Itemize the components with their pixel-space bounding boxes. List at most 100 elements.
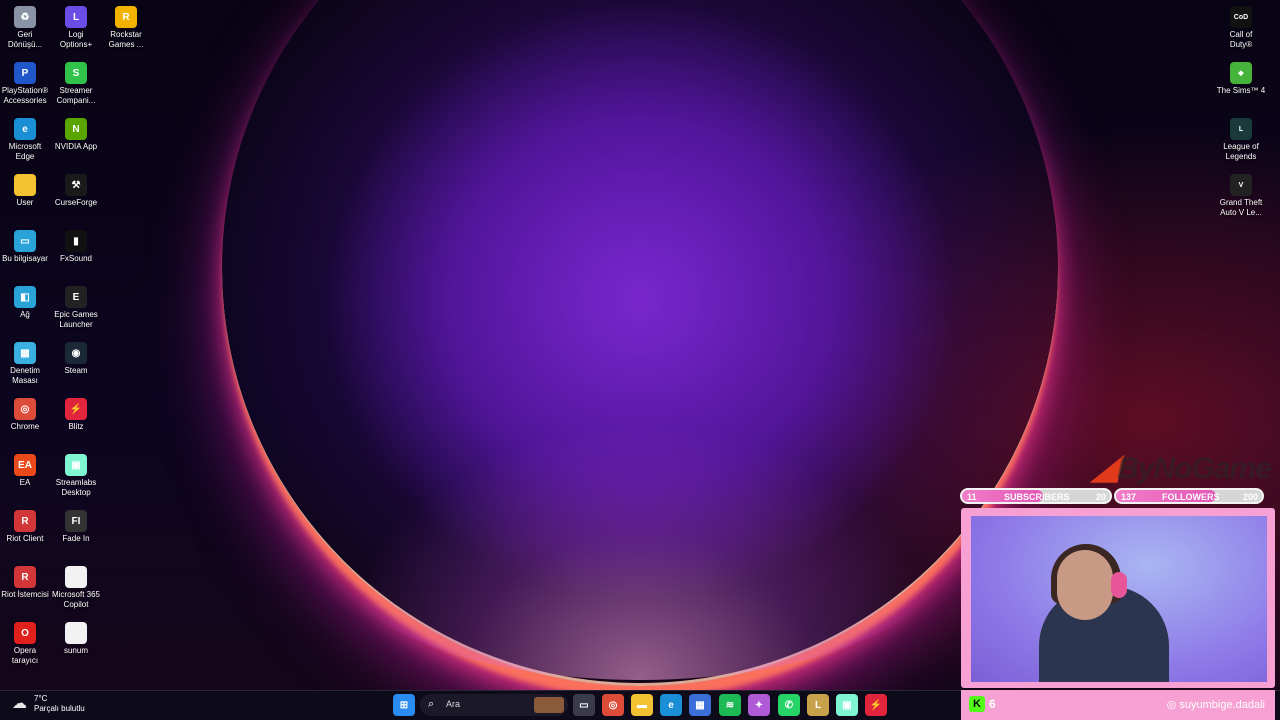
bynogame-logo: ◢ByNoGame bbox=[1092, 447, 1272, 487]
desktop-icon[interactable]: ⚒ CurseForge bbox=[51, 168, 101, 208]
opera-icon: O bbox=[14, 622, 36, 644]
desktop-icon[interactable]: N NVIDIA App bbox=[51, 112, 101, 152]
desktop-icon[interactable]: EA EA bbox=[0, 448, 50, 488]
desktop-icon-label: Riot Client bbox=[6, 534, 44, 543]
computer-icon: ▭ bbox=[14, 230, 36, 252]
desktop-icon[interactable]: P PlayStation® Accessories bbox=[0, 56, 50, 106]
copilot-icon[interactable]: ✦ bbox=[748, 694, 770, 716]
desktop-icon[interactable]: L League of Legends bbox=[1216, 112, 1266, 162]
desktop-icon[interactable]: L Logi Options+ bbox=[51, 0, 101, 50]
edge-icon[interactable]: e bbox=[660, 694, 682, 716]
kick-viewer-count: 6 bbox=[989, 697, 996, 711]
riot-istemcisi-icon: R bbox=[14, 566, 36, 588]
webcam-person-face bbox=[1057, 550, 1113, 620]
followers-label: FOLLOWERS bbox=[1162, 492, 1220, 502]
task-view-icon[interactable]: ▭ bbox=[573, 694, 595, 716]
subscribers-progress-bar: 11 SUBSCRIBERS 20 bbox=[960, 488, 1112, 504]
microsoft-store-icon[interactable]: ▦ bbox=[689, 694, 711, 716]
folder-icon bbox=[14, 174, 36, 196]
whatsapp-icon[interactable]: ✆ bbox=[778, 694, 800, 716]
chrome-icon[interactable]: ◎ bbox=[602, 694, 624, 716]
instagram-icon: ◎ bbox=[1166, 699, 1180, 711]
desktop-icon[interactable]: sunum bbox=[51, 616, 101, 656]
epic-games-icon: E bbox=[65, 286, 87, 308]
fxsound-icon: ▮ bbox=[65, 230, 87, 252]
wallpaper-glow bbox=[330, 420, 950, 680]
desktop-icon[interactable]: Microsoft 365 Copilot bbox=[51, 560, 101, 610]
desktop-icon-label: Opera tarayıcı bbox=[11, 646, 39, 665]
desktop-icon-label: Logi Options+ bbox=[59, 30, 93, 49]
desktop-icon-label: Bu bilgisayar bbox=[2, 254, 48, 263]
desktop-icon[interactable]: R Riot Client bbox=[0, 504, 50, 544]
desktop-icon[interactable]: E Epic Games Launcher bbox=[51, 280, 101, 330]
headset-icon bbox=[1111, 572, 1127, 598]
desktop-icon[interactable]: CoD Call of Duty® bbox=[1216, 0, 1266, 50]
desktop-icon-label: Microsoft 365 Copilot bbox=[51, 590, 101, 609]
spotify-icon[interactable]: ≋ bbox=[719, 694, 741, 716]
desktop-icon-label: Blitz bbox=[68, 422, 84, 431]
chrome-icon: ◎ bbox=[14, 398, 36, 420]
file-explorer-icon[interactable]: ▬ bbox=[631, 694, 653, 716]
desktop-icon[interactable]: V Grand Theft Auto V Le... bbox=[1216, 168, 1266, 218]
desktop-icon[interactable]: S Streamer Compani... bbox=[51, 56, 101, 106]
desktop-icon[interactable]: ♻ Geri Dönüşü... bbox=[0, 0, 50, 50]
desktop-icon-label: Denetim Masası bbox=[10, 366, 40, 385]
start-icon[interactable]: ⊞ bbox=[393, 694, 415, 716]
nvidia-icon: N bbox=[65, 118, 87, 140]
desktop-icon[interactable]: User bbox=[0, 168, 50, 208]
recycle-bin-icon: ♻ bbox=[14, 6, 36, 28]
edge-icon: e bbox=[14, 118, 36, 140]
desktop-icon-label: CurseForge bbox=[54, 198, 98, 207]
kick-logo-icon: K bbox=[969, 696, 985, 712]
desktop-icon-label: Ağ bbox=[20, 310, 30, 319]
document-icon bbox=[65, 622, 87, 644]
desktop-icon-label: NVIDIA App bbox=[54, 142, 98, 151]
gta-icon: V bbox=[1230, 174, 1252, 196]
desktop-icon[interactable]: ◎ Chrome bbox=[0, 392, 50, 432]
webcam-frame bbox=[961, 508, 1275, 688]
desktop-icon-label: FxSound bbox=[59, 254, 93, 263]
desktop-icon[interactable]: ◆ The Sims™ 4 bbox=[1216, 56, 1266, 96]
ea-icon: EA bbox=[14, 454, 36, 476]
bynogame-mark-icon: ◢ bbox=[1092, 448, 1118, 486]
league-of-legends-icon: L bbox=[1230, 118, 1252, 140]
desktop-icon[interactable]: O Opera tarayıcı bbox=[0, 616, 50, 666]
desktop-icon-label: User bbox=[16, 198, 34, 207]
control-panel-icon: ▦ bbox=[14, 342, 36, 364]
desktop-icon[interactable]: ◉ Steam bbox=[51, 336, 101, 376]
desktop-icon-label: Streamer Compani... bbox=[56, 86, 96, 105]
league-client-icon[interactable]: L bbox=[807, 694, 829, 716]
followers-progress-bar: 137 FOLLOWERS 200 bbox=[1114, 488, 1264, 504]
steam-icon: ◉ bbox=[65, 342, 87, 364]
subscribers-current: 11 bbox=[967, 492, 977, 502]
subscribers-goal: 20 bbox=[1095, 492, 1106, 502]
desktop-icon[interactable]: ◧ Ağ bbox=[0, 280, 50, 320]
streamer-companion-icon: S bbox=[65, 62, 87, 84]
desktop-icon-label: Steam bbox=[64, 366, 88, 375]
streamlabs-icon[interactable]: ▣ bbox=[836, 694, 858, 716]
taskbar-search[interactable]: ⌕ Ara bbox=[420, 694, 568, 716]
desktop-icon-label: PlayStation® Accessories bbox=[1, 86, 49, 105]
desktop-icon[interactable]: R Rockstar Games ... bbox=[101, 0, 151, 50]
search-placeholder: Ara bbox=[446, 699, 461, 709]
desktop-icon[interactable]: R Riot İstemcisi bbox=[0, 560, 50, 600]
desktop-icon[interactable]: FI Fade In bbox=[51, 504, 101, 544]
desktop-icon-label: EA bbox=[19, 478, 31, 487]
search-highlight-icon bbox=[534, 697, 564, 713]
desktop-icon-label: The Sims™ 4 bbox=[1216, 86, 1266, 95]
rockstar-icon: R bbox=[115, 6, 137, 28]
kick-bar: K 6 ◎ suyumbige.dadali bbox=[961, 690, 1275, 720]
desktop-icon[interactable]: ⚡ Blitz bbox=[51, 392, 101, 432]
call-of-duty-icon: CoD bbox=[1230, 6, 1252, 28]
network-icon: ◧ bbox=[14, 286, 36, 308]
desktop-icon-label: Fade In bbox=[62, 534, 90, 543]
desktop-icon-label: Chrome bbox=[10, 422, 40, 431]
sims-icon: ◆ bbox=[1230, 62, 1252, 84]
riot-client-icon: R bbox=[14, 510, 36, 532]
desktop-icon[interactable]: e Microsoft Edge bbox=[0, 112, 50, 162]
blitz-icon[interactable]: ⚡ bbox=[865, 694, 887, 716]
desktop-icon[interactable]: ▮ FxSound bbox=[51, 224, 101, 264]
desktop-icon[interactable]: ▦ Denetim Masası bbox=[0, 336, 50, 386]
desktop-icon[interactable]: ▭ Bu bilgisayar bbox=[0, 224, 50, 264]
desktop-icon[interactable]: ▣ Streamlabs Desktop bbox=[51, 448, 101, 498]
